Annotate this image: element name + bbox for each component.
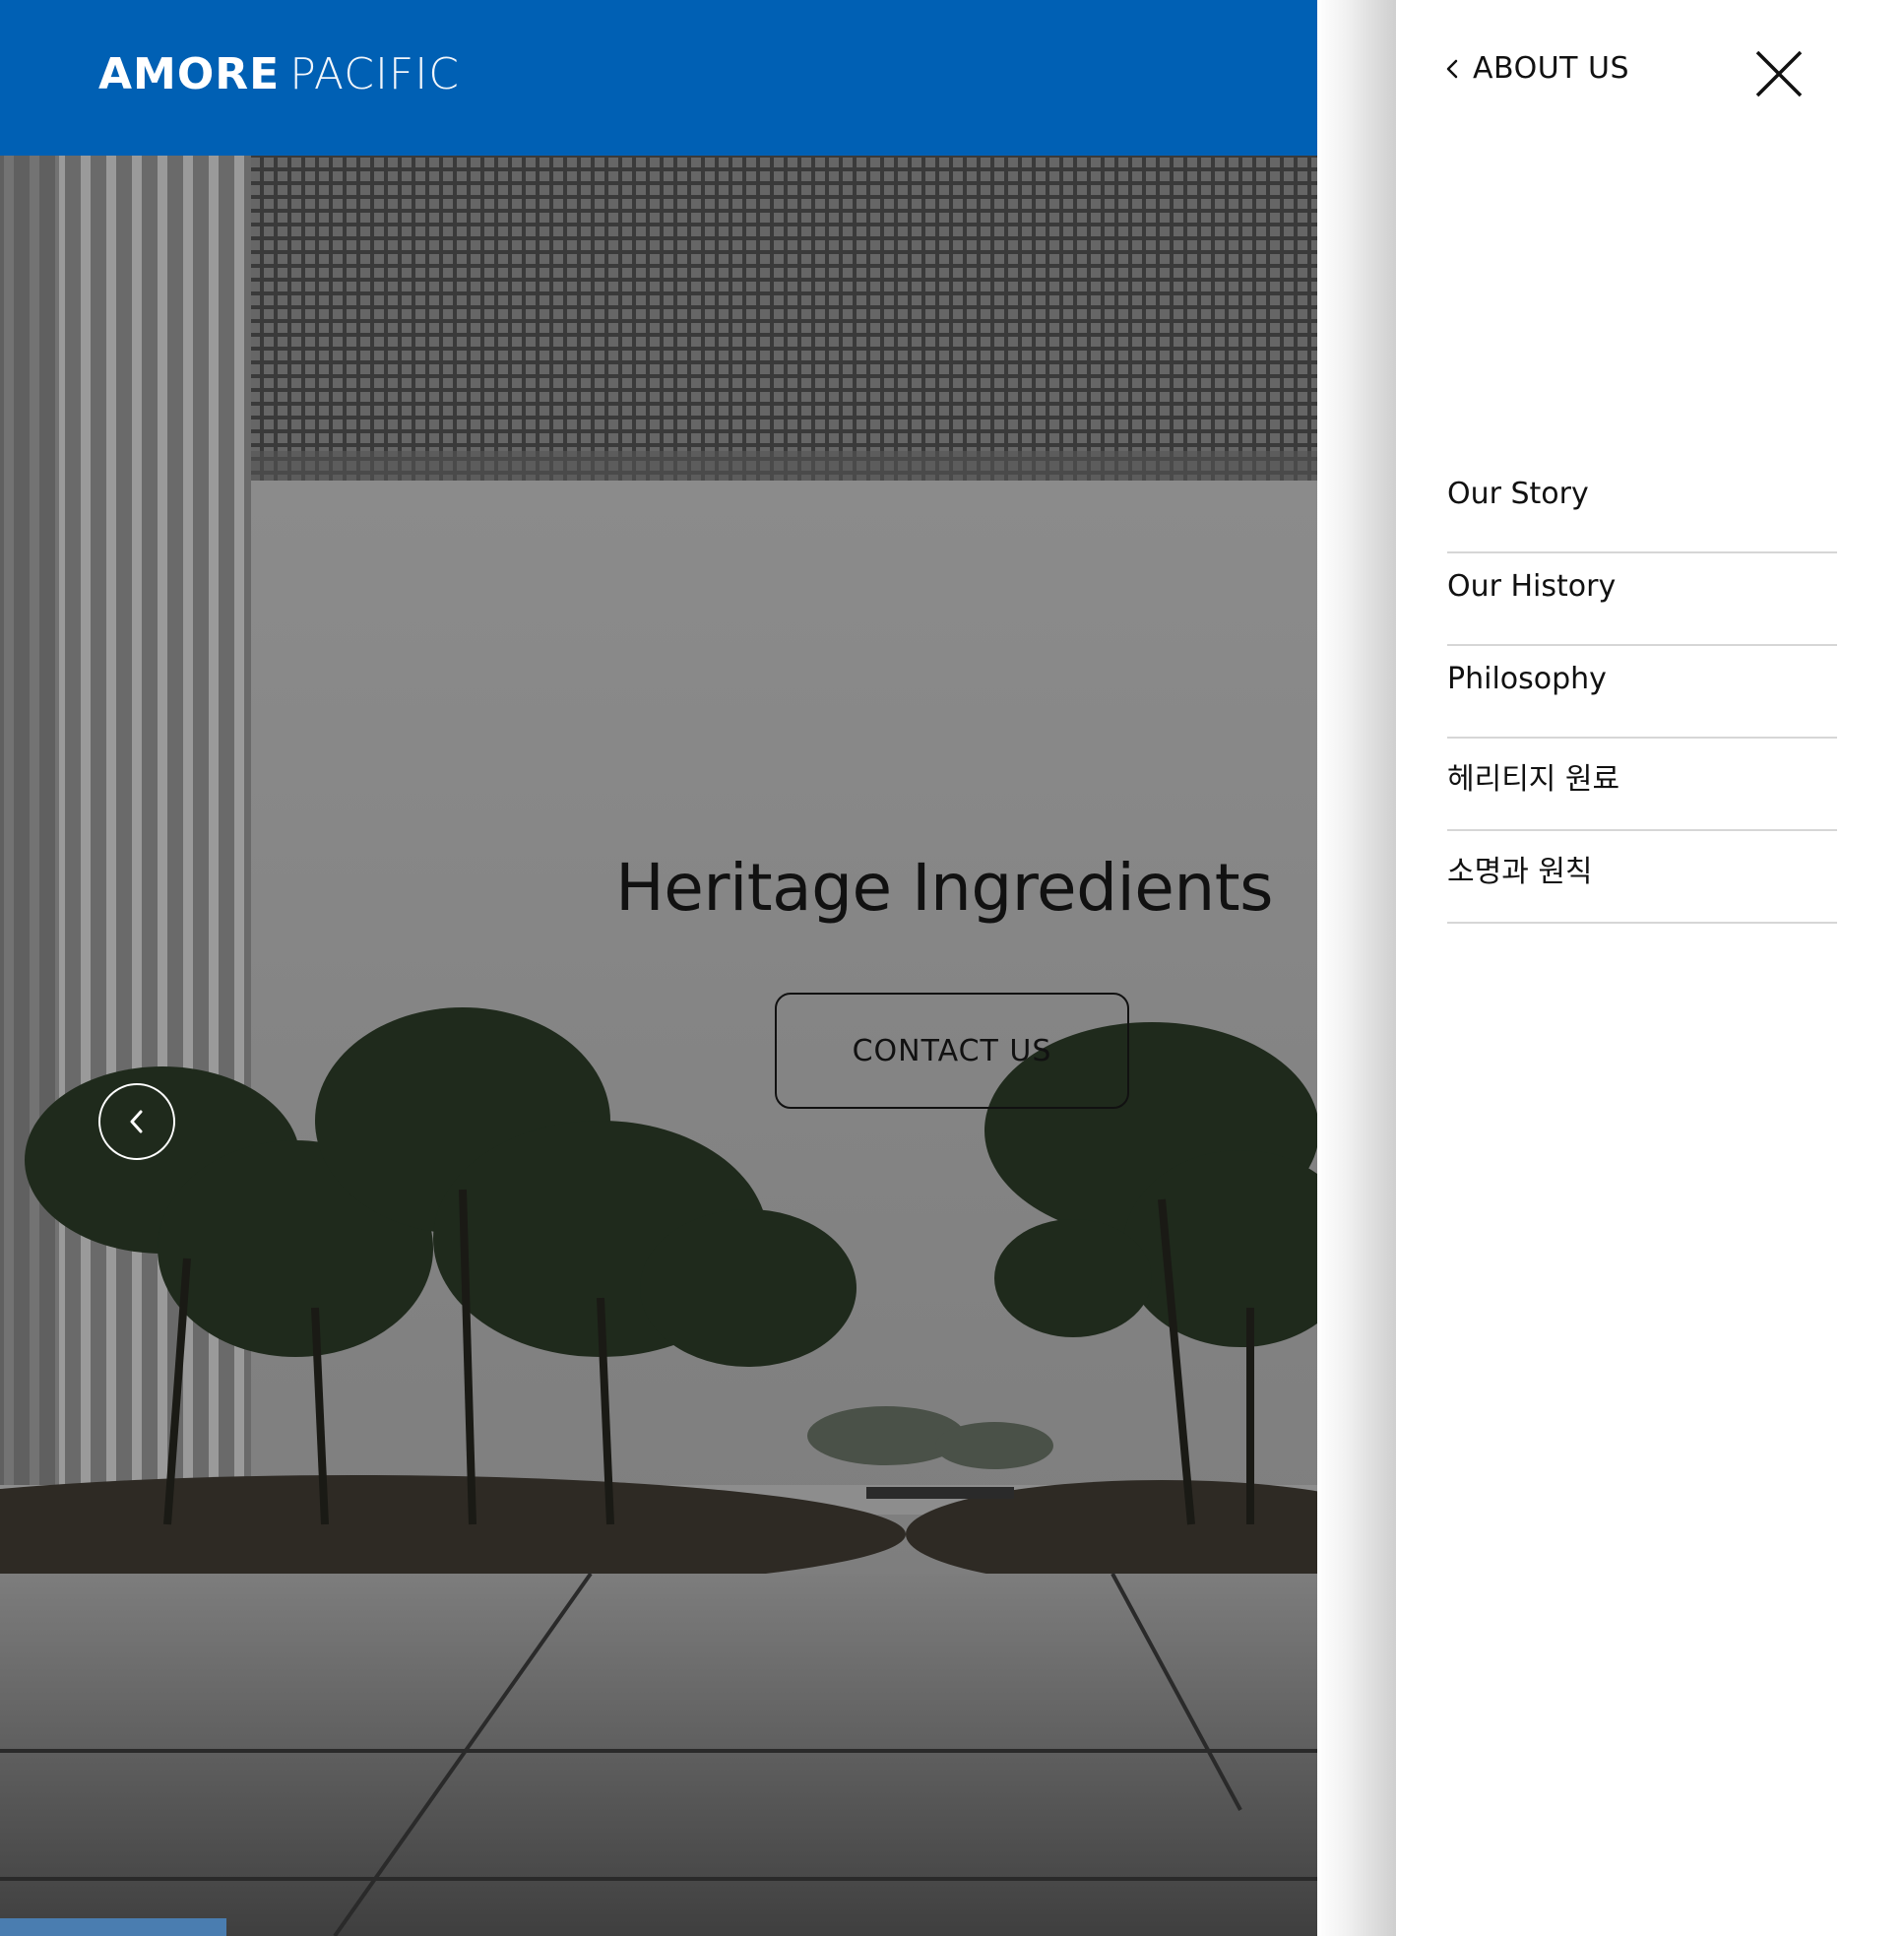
- about-us-submenu: Our Story Our History Philosophy 헤리티지 원료…: [1447, 461, 1837, 924]
- menu-item-heritage-ingredients[interactable]: 헤리티지 원료: [1447, 739, 1837, 831]
- hero-title: Heritage Ingredients: [615, 850, 1273, 926]
- menu-title: ABOUT US: [1473, 51, 1630, 86]
- menu-item-philosophy[interactable]: Philosophy: [1447, 646, 1837, 739]
- menu-item-our-story[interactable]: Our Story: [1447, 461, 1837, 553]
- site-header: AMORE PACIFIC: [0, 0, 1317, 156]
- menu-item-label: 헤리티지 원료: [1447, 762, 1620, 797]
- menu-item-label: Our History: [1447, 569, 1617, 604]
- chevron-left-icon: [130, 1110, 143, 1133]
- menu-item-label: Our Story: [1447, 477, 1589, 511]
- menu-item-label: 소명과 원칙: [1447, 855, 1593, 889]
- close-button[interactable]: [1754, 49, 1804, 98]
- side-menu-panel: ABOUT US Our Story Our History Philosoph…: [1396, 0, 1904, 1936]
- panel-shadow: [1317, 0, 1396, 1936]
- menu-item-mission-principles[interactable]: 소명과 원칙: [1447, 831, 1837, 924]
- menu-item-label: Philosophy: [1447, 662, 1607, 696]
- chevron-left-icon: [1446, 59, 1458, 78]
- carousel-prev-button[interactable]: [98, 1083, 175, 1160]
- main-page: AMORE PACIFIC Heritage Ingredients CONTA…: [0, 0, 1317, 1936]
- close-icon: [1755, 50, 1803, 97]
- logo-text-amore: AMORE: [98, 49, 281, 99]
- menu-item-our-history[interactable]: Our History: [1447, 553, 1837, 646]
- logo-text-pacific: PACIFIC: [289, 49, 460, 99]
- amorepacific-logo[interactable]: AMORE PACIFIC: [98, 49, 460, 99]
- bottom-progress-strip: [0, 1918, 226, 1936]
- menu-back-button[interactable]: ABOUT US: [1445, 51, 1629, 86]
- contact-us-button[interactable]: CONTACT US: [775, 993, 1129, 1109]
